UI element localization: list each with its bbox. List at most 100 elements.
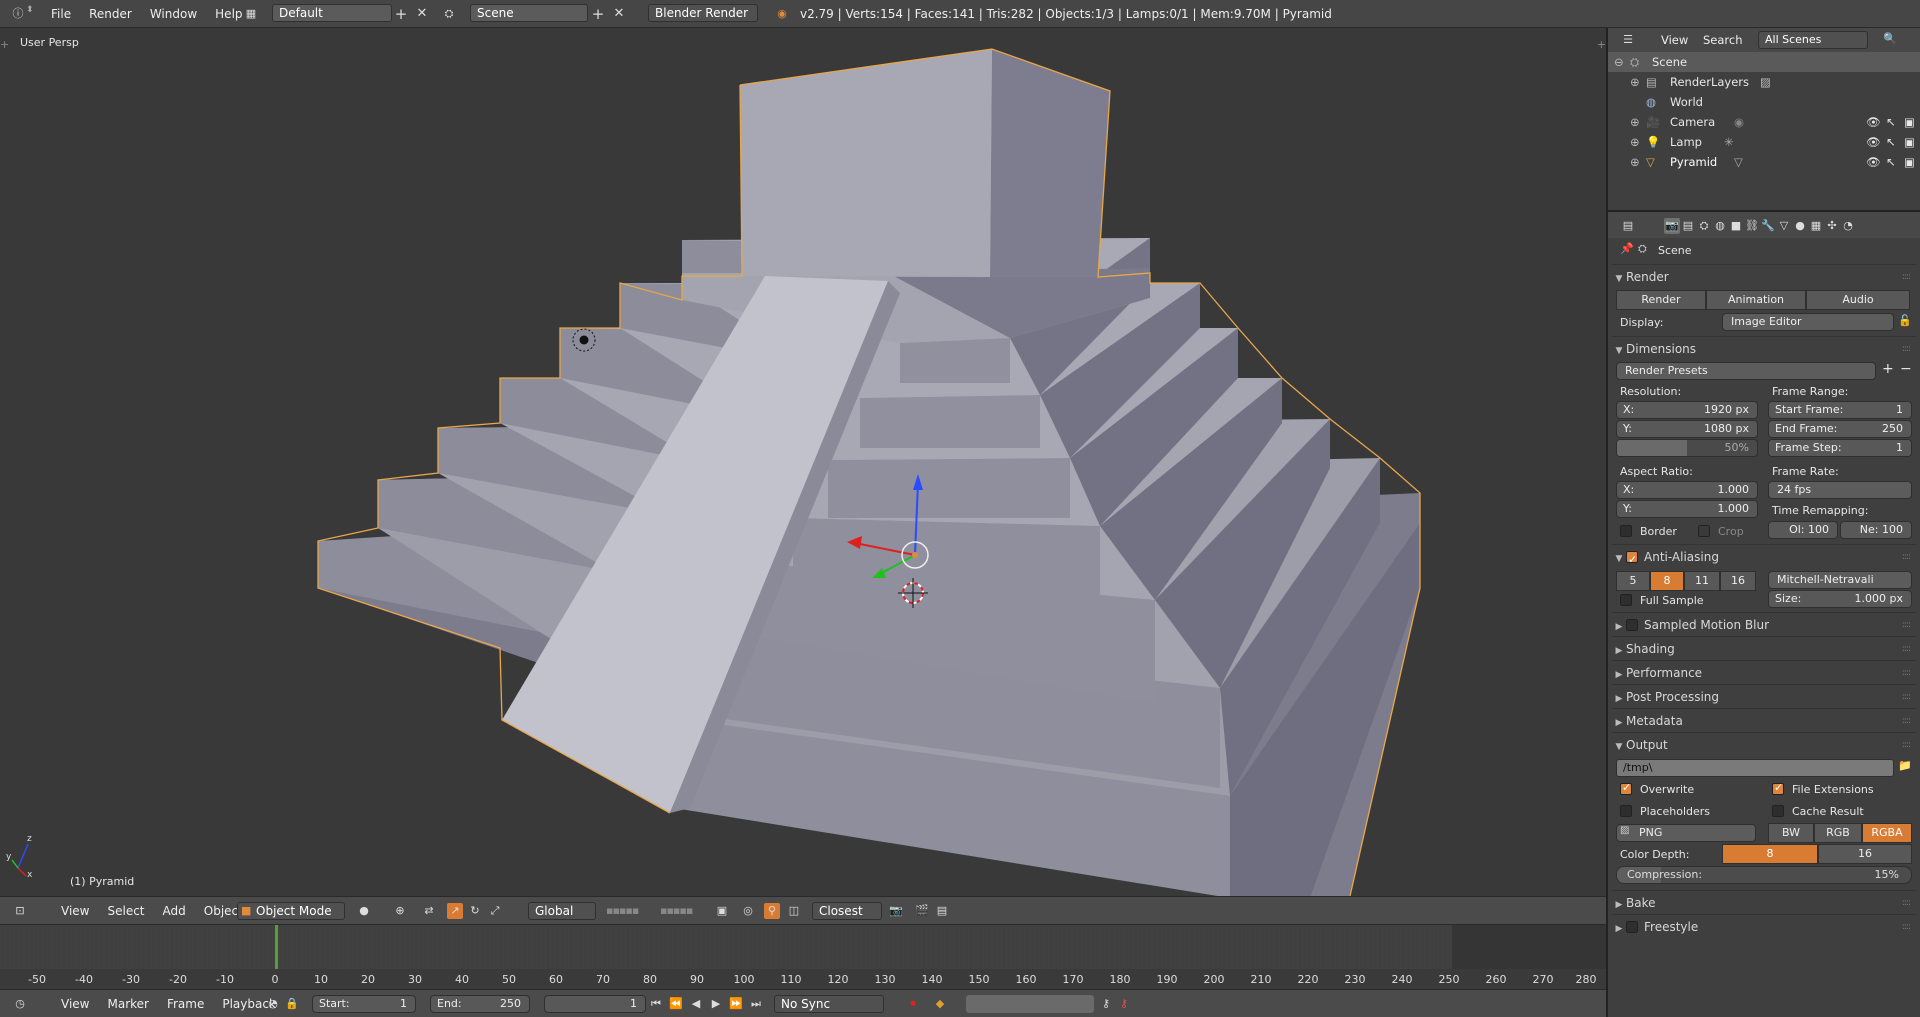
menu-window[interactable]: Window bbox=[141, 0, 206, 28]
aspect-y-field[interactable]: Y: 1.000 bbox=[1616, 500, 1758, 518]
outliner-row-scene[interactable]: ⊖ ⛭ Scene bbox=[1608, 52, 1920, 72]
outliner-row-lamp[interactable]: ⊕ 💡 Lamp ✳ 👁 ↖ ▣ bbox=[1608, 132, 1920, 152]
motion-blur-checkbox[interactable] bbox=[1626, 619, 1638, 631]
animation-button[interactable]: Animation bbox=[1706, 290, 1806, 310]
freestyle-panel-header[interactable]: ▶ Freestyle:::: bbox=[1612, 916, 1916, 938]
shading-panel-header[interactable]: ▶ Shading:::: bbox=[1612, 638, 1916, 660]
file-browse-icon[interactable]: 📁 bbox=[1898, 759, 1912, 772]
render-viewport-icon[interactable]: ▤ bbox=[934, 903, 950, 919]
color-mode-rgba[interactable]: RGBA bbox=[1862, 823, 1912, 843]
properties-editor-icon[interactable]: ▤ bbox=[1620, 218, 1636, 234]
editor-type-icon[interactable]: ⊡ bbox=[12, 903, 28, 919]
snap-element-icon[interactable]: ◫ bbox=[786, 903, 802, 919]
aspect-x-field[interactable]: X: 1.000 bbox=[1616, 481, 1758, 499]
metadata-panel-header[interactable]: ▶ Metadata:::: bbox=[1612, 710, 1916, 732]
color-mode-bw[interactable]: BW bbox=[1768, 823, 1814, 843]
select-arrow-icon[interactable]: ↖ bbox=[1886, 132, 1896, 152]
timeline-editor-icon[interactable]: ◷ bbox=[12, 996, 28, 1012]
aa-filter-select[interactable]: Mitchell-Netravali bbox=[1768, 571, 1912, 589]
current-frame-field[interactable]: 1 bbox=[544, 995, 646, 1013]
render-button[interactable]: Render bbox=[1616, 290, 1706, 310]
layers-grid-2[interactable]: ▪▪▪▪▪ bbox=[660, 904, 693, 917]
render-animation-icon[interactable]: 🎬 bbox=[914, 903, 930, 919]
file-format-select[interactable]: PNG bbox=[1616, 824, 1756, 842]
record-keyframes-icon[interactable]: ⏺ bbox=[905, 996, 921, 1012]
aa-samples-16[interactable]: 16 bbox=[1720, 571, 1756, 591]
end-frame-field[interactable]: End: 250 bbox=[430, 995, 530, 1013]
jump-start-icon[interactable]: ⏮ bbox=[648, 996, 664, 1012]
time-remap-new-field[interactable]: Ne: 100 bbox=[1840, 521, 1912, 539]
play-icon[interactable]: ▶ bbox=[708, 996, 724, 1012]
add-scene-icon[interactable]: + bbox=[590, 6, 606, 22]
sync-mode-select[interactable]: No Sync bbox=[774, 995, 884, 1013]
menu-file[interactable]: File bbox=[42, 0, 80, 28]
outliner-row-world[interactable]: ◍ World bbox=[1608, 92, 1920, 112]
anti-aliasing-checkbox[interactable] bbox=[1626, 549, 1638, 571]
material-tab-icon[interactable]: ● bbox=[1792, 218, 1808, 234]
menu-add[interactable]: Add bbox=[154, 897, 195, 925]
delete-layout-icon[interactable]: ✕ bbox=[414, 6, 430, 22]
collapse-icon[interactable]: ⊖ bbox=[1614, 52, 1624, 72]
cache-result-checkbox[interactable] bbox=[1772, 805, 1784, 817]
texture-tab-icon[interactable]: ▦ bbox=[1808, 218, 1824, 234]
crop-checkbox[interactable] bbox=[1698, 525, 1710, 537]
info-icon[interactable]: ⓘ bbox=[10, 6, 26, 22]
pivot-point-icon[interactable]: ⊕ bbox=[392, 903, 408, 919]
post-processing-panel-header[interactable]: ▶ Post Processing:::: bbox=[1612, 686, 1916, 708]
compression-slider[interactable]: Compression: 15% bbox=[1616, 866, 1912, 884]
full-sample-checkbox[interactable] bbox=[1620, 594, 1632, 606]
modifiers-tab-icon[interactable]: 🔧 bbox=[1760, 218, 1776, 234]
freestyle-checkbox[interactable] bbox=[1626, 921, 1638, 933]
opengl-render-icon[interactable]: 📷 bbox=[888, 903, 904, 919]
bake-panel-header[interactable]: ▶ Bake:::: bbox=[1612, 892, 1916, 914]
expand-icon[interactable]: ⊕ bbox=[1630, 72, 1640, 92]
play-reverse-icon[interactable]: ◀ bbox=[688, 996, 704, 1012]
outliner-menu-search[interactable]: Search bbox=[1694, 28, 1752, 52]
object-tab-icon[interactable]: ■ bbox=[1728, 218, 1744, 234]
data-tab-icon[interactable]: ▽ bbox=[1776, 218, 1792, 234]
frame-step-field[interactable]: Frame Step: 1 bbox=[1768, 439, 1912, 457]
snap-target-select[interactable]: Closest bbox=[812, 902, 882, 920]
outliner-editor-icon[interactable]: ☰ bbox=[1620, 32, 1636, 48]
aa-samples-11[interactable]: 11 bbox=[1684, 571, 1720, 591]
lock-interface-icon[interactable]: 🔓 bbox=[1898, 314, 1912, 327]
physics-tab-icon[interactable]: ◔ bbox=[1840, 218, 1856, 234]
color-depth-16[interactable]: 16 bbox=[1818, 844, 1912, 864]
lock-range-icon[interactable]: 🔒 bbox=[284, 996, 300, 1012]
visibility-eye-icon[interactable]: 👁 bbox=[1866, 112, 1881, 132]
resolution-x-field[interactable]: X: 1920 px bbox=[1616, 401, 1758, 419]
output-path-field[interactable]: /tmp\ bbox=[1616, 759, 1894, 777]
add-preset-icon[interactable]: + bbox=[1882, 361, 1894, 377]
mode-select[interactable]: Object Mode bbox=[237, 902, 345, 920]
resolution-y-field[interactable]: Y: 1080 px bbox=[1616, 420, 1758, 438]
border-checkbox[interactable] bbox=[1620, 525, 1632, 537]
jump-keyframe-back-icon[interactable]: ⏪ bbox=[668, 996, 684, 1012]
file-extensions-checkbox[interactable] bbox=[1772, 781, 1784, 795]
screen-layout-icon[interactable]: ▦ bbox=[243, 6, 259, 22]
sampled-motion-blur-panel-header[interactable]: ▶ Sampled Motion Blur:::: bbox=[1612, 614, 1916, 636]
jump-end-icon[interactable]: ⏭ bbox=[748, 996, 764, 1012]
menu-view[interactable]: View bbox=[52, 990, 98, 1017]
filter-size-field[interactable]: Size: 1.000 px bbox=[1768, 590, 1912, 608]
select-arrow-icon[interactable]: ↖ bbox=[1886, 152, 1896, 172]
world-tab-icon[interactable]: ◍ bbox=[1712, 218, 1728, 234]
particles-tab-icon[interactable]: ✣ bbox=[1824, 218, 1840, 234]
outliner-row-camera[interactable]: ⊕ 🎥 Camera ◉ 👁 ↖ ▣ bbox=[1608, 112, 1920, 132]
outliner-display-select[interactable]: All Scenes bbox=[1758, 31, 1868, 49]
layout-field[interactable]: Default bbox=[272, 4, 392, 22]
render-layers-tab-icon[interactable]: ▤ bbox=[1680, 218, 1696, 234]
dimensions-panel-header[interactable]: ▼ Dimensions:::: bbox=[1612, 338, 1916, 360]
outliner-row-renderlayers[interactable]: ⊕ ▤ RenderLayers ▨ bbox=[1608, 72, 1920, 92]
time-remap-old-field[interactable]: Ol: 100 bbox=[1768, 521, 1838, 539]
layers-grid-1[interactable]: ▪▪▪▪▪ bbox=[606, 904, 639, 917]
frame-rate-select[interactable]: 24 fps bbox=[1768, 481, 1912, 499]
resolution-percentage-slider[interactable]: 50% bbox=[1616, 439, 1758, 457]
menu-select[interactable]: Select bbox=[98, 897, 153, 925]
transform-orientation-select[interactable]: Global bbox=[528, 902, 596, 920]
insert-keyframe-icon[interactable]: ⚷ bbox=[1098, 996, 1114, 1012]
expand-icon[interactable]: ⊕ bbox=[1630, 132, 1640, 152]
outliner-menu-view[interactable]: View bbox=[1652, 28, 1697, 52]
scene-field[interactable]: Scene bbox=[470, 4, 588, 22]
lock-layers-icon[interactable]: ▣ bbox=[714, 903, 730, 919]
current-frame-indicator[interactable] bbox=[275, 925, 278, 975]
